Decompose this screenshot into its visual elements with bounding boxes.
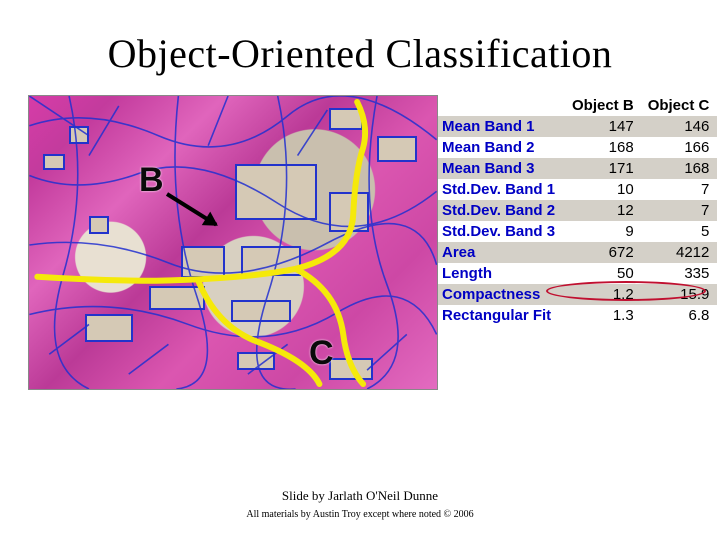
value-object-c: 146 (642, 116, 718, 137)
value-object-c: 7 (642, 200, 718, 221)
value-object-b: 10 (566, 179, 642, 200)
table-row: Std.Dev. Band 2127 (438, 200, 717, 221)
segmentation-overlay (29, 96, 437, 389)
object-stats-table-wrap: Object B Object C Mean Band 1147146Mean … (438, 95, 717, 326)
table-row: Length50335 (438, 263, 717, 284)
slide-body: B C Object B Object C Mean Band 1147146M… (0, 95, 720, 390)
row-label: Area (438, 242, 566, 263)
table-row: Compactness1.215.9 (438, 284, 717, 305)
value-object-b: 50 (566, 263, 642, 284)
row-label: Mean Band 2 (438, 137, 566, 158)
table-row: Mean Band 1147146 (438, 116, 717, 137)
value-object-b: 672 (566, 242, 642, 263)
table-row: Mean Band 3171168 (438, 158, 717, 179)
table-row: Rectangular Fit1.36.8 (438, 305, 717, 326)
value-object-b: 168 (566, 137, 642, 158)
value-object-c: 15.9 (642, 284, 718, 305)
slide-copyright: All materials by Austin Troy except wher… (0, 509, 720, 520)
marker-b-label: B (139, 161, 164, 200)
table-row: Std.Dev. Band 1107 (438, 179, 717, 200)
value-object-c: 5 (642, 221, 718, 242)
table-row: Mean Band 2168166 (438, 137, 717, 158)
row-label: Mean Band 3 (438, 158, 566, 179)
col-metric (438, 95, 566, 116)
value-object-c: 168 (642, 158, 718, 179)
value-object-b: 12 (566, 200, 642, 221)
row-label: Compactness (438, 284, 566, 305)
segmented-aerial-image: B C (28, 95, 438, 390)
row-label: Mean Band 1 (438, 116, 566, 137)
table-row: Area6724212 (438, 242, 717, 263)
row-label: Length (438, 263, 566, 284)
value-object-c: 6.8 (642, 305, 718, 326)
value-object-b: 147 (566, 116, 642, 137)
row-label: Rectangular Fit (438, 305, 566, 326)
value-object-b: 9 (566, 221, 642, 242)
object-stats-table: Object B Object C Mean Band 1147146Mean … (438, 95, 717, 326)
value-object-c: 166 (642, 137, 718, 158)
value-object-b: 1.2 (566, 284, 642, 305)
value-object-c: 4212 (642, 242, 718, 263)
row-label: Std.Dev. Band 3 (438, 221, 566, 242)
value-object-c: 7 (642, 179, 718, 200)
slide-title: Object-Oriented Classification (0, 0, 720, 77)
value-object-c: 335 (642, 263, 718, 284)
value-object-b: 171 (566, 158, 642, 179)
col-object-c: Object C (642, 95, 718, 116)
table-row: Std.Dev. Band 395 (438, 221, 717, 242)
table-header-row: Object B Object C (438, 95, 717, 116)
row-label: Std.Dev. Band 1 (438, 179, 566, 200)
value-object-b: 1.3 (566, 305, 642, 326)
row-label: Std.Dev. Band 2 (438, 200, 566, 221)
slide-credit: Slide by Jarlath O'Neil Dunne (0, 488, 720, 504)
col-object-b: Object B (566, 95, 642, 116)
marker-c-label: C (309, 334, 334, 373)
